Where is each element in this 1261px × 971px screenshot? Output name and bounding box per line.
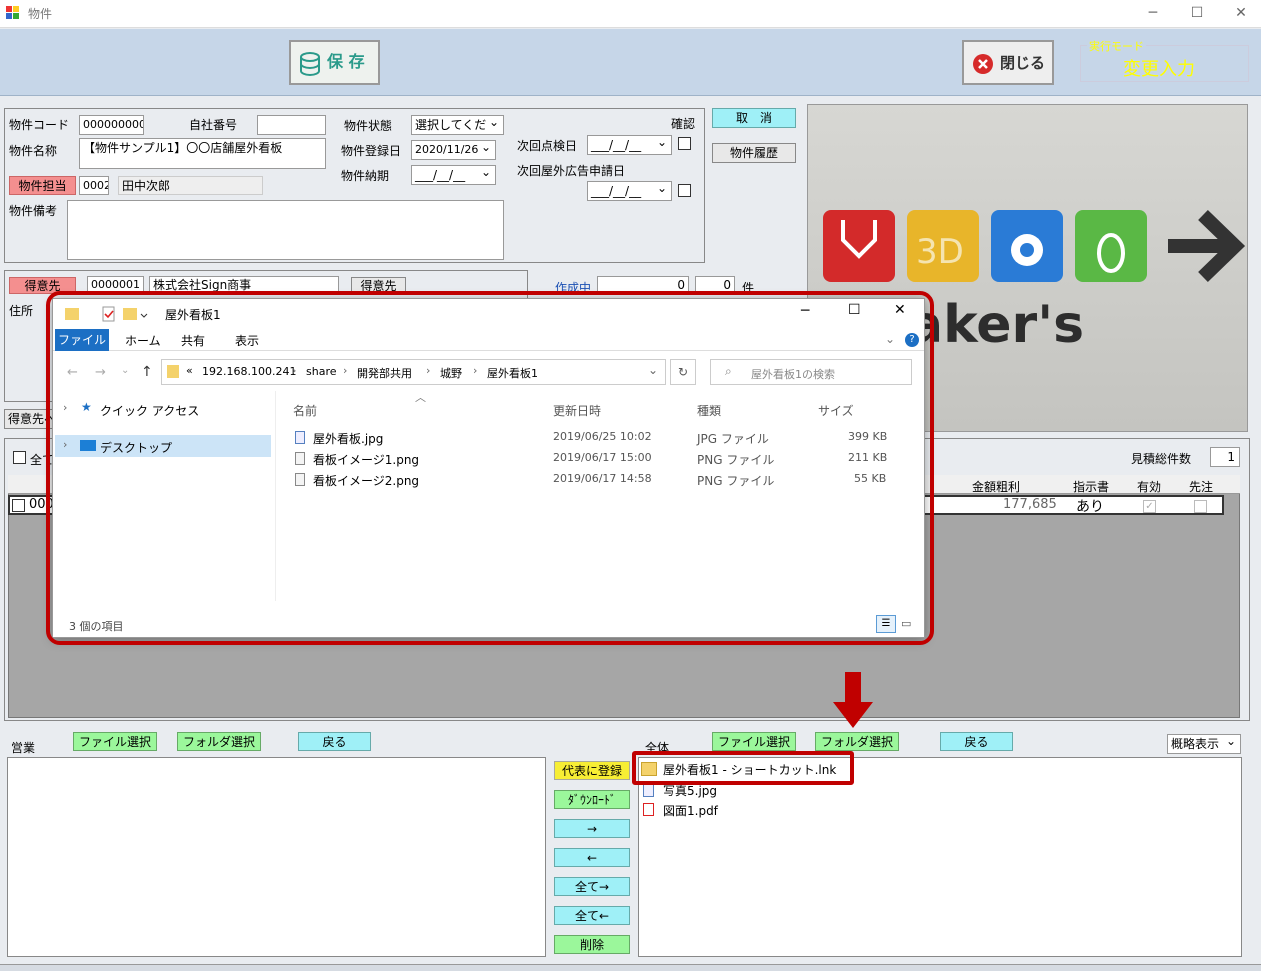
estimate-total-field: 1 [1210,447,1240,467]
row-valid-checkbox[interactable]: ✓ [1143,500,1156,513]
memo-label: 物件備考 [9,204,58,218]
regdate-label: 物件登録日 [341,144,402,158]
all-folder-select-button[interactable]: フォルダ選択 [815,732,899,751]
memo-field[interactable] [67,200,504,260]
company-no-field[interactable] [257,115,326,135]
col-valid: 有効 [1137,480,1162,494]
mode-value: 変更入力 [1123,59,1195,80]
close-circle-icon [973,54,993,74]
code-label: 物件コード [9,118,70,132]
row-order-checkbox[interactable] [1194,500,1207,513]
due-label: 物件納期 [341,169,390,183]
next-check-label: 次回点検日 [517,139,578,153]
pdf-file-icon [643,803,654,816]
move-right-button[interactable]: → [554,819,630,838]
move-all-left-button[interactable]: 全て← [554,906,630,925]
estimate-total-label: 見積総件数 [1131,452,1192,466]
highlight-frame-shortcut [632,751,854,785]
regdate-picker[interactable]: 2020/11/26 [411,140,496,160]
row-checkbox[interactable] [12,499,25,512]
col-order: 先注 [1189,480,1214,494]
app-icon [6,6,19,19]
confirm-checkbox[interactable] [678,137,691,150]
download-button[interactable]: ﾀﾞｳﾝﾛｰﾄﾞ [554,790,630,809]
mode-box: 実行モード 変更入力 [1080,38,1249,82]
select-all-checkbox[interactable] [13,451,26,464]
name-field[interactable]: 【物件サンプル1】〇〇店舗屋外看板 [79,138,326,169]
image-file-icon [643,784,654,797]
col-instruction: 指示書 [1073,480,1110,494]
sales-file-list[interactable] [7,757,546,957]
col-profit: 金額粗利 [972,480,1021,494]
window-title: 物件 [28,7,53,21]
cancel-button[interactable]: 取 消 [712,108,796,128]
close-button[interactable]: 閉じる [962,40,1054,85]
down-arrow-icon [833,672,873,728]
bottom-strip [0,964,1261,971]
company-no-label: 自社番号 [189,118,238,132]
staff-button[interactable]: 物件担当 [9,176,76,195]
toolbar: 保 存 閉じる 実行モード 変更入力 [0,29,1261,96]
sales-label: 営業 [11,741,36,755]
maximize-button[interactable]: ☐ [1177,2,1217,24]
history-button[interactable]: 物件履歴 [712,143,796,163]
title-bar: 物件 ─ ☐ ✕ [0,0,1261,28]
row-profit: 177,685 [1003,497,1057,512]
code-field[interactable]: 0000000001 [79,115,144,135]
next-ad-label: 次回屋外広告申請日 [517,164,626,178]
all-file-list[interactable]: 屋外看板1 - ショートカット.lnk 写真5.jpg 図面1.pdf [638,757,1242,957]
database-icon [300,52,320,76]
mode-label: 実行モード [1087,38,1146,54]
svg-text:3D: 3D [916,232,964,272]
save-label: 保 存 [327,52,365,71]
file-name: 図面1.pdf [663,804,718,818]
status-select[interactable]: 選択してくだ [411,115,504,135]
delete-button[interactable]: 削除 [554,935,630,954]
all-file-select-button[interactable]: ファイル選択 [712,732,796,751]
close-label: 閉じる [1000,54,1046,72]
address-label: 住所 [9,304,34,318]
sales-file-select-button[interactable]: ファイル選択 [73,732,157,751]
staff-name-field: 田中次郎 [118,176,263,195]
sales-folder-select-button[interactable]: フォルダ選択 [177,732,261,751]
move-all-right-button[interactable]: 全て→ [554,877,630,896]
highlight-frame-explorer [46,291,934,645]
next-check-picker[interactable]: ___/__/__ [587,135,672,155]
all-back-button[interactable]: 戻る [940,732,1013,751]
save-button[interactable]: 保 存 [289,40,380,85]
sales-back-button[interactable]: 戻る [298,732,371,751]
next-ad-picker[interactable]: ___/__/__ [587,181,672,201]
name-label: 物件名称 [9,144,58,158]
ad-checkbox[interactable] [678,184,691,197]
move-left-button[interactable]: ← [554,848,630,867]
view-mode-select[interactable]: 概略表示 [1167,734,1241,754]
close-window-button[interactable]: ✕ [1221,2,1261,24]
status-label: 物件状態 [344,119,393,133]
staff-code-field[interactable]: 0002 [79,176,109,195]
set-representative-button[interactable]: 代表に登録 [554,761,630,780]
logo-text: aker's [908,295,1085,355]
minimize-button[interactable]: ─ [1133,2,1173,24]
confirm-label: 確認 [671,117,696,131]
row-instruction: あり [1076,499,1104,515]
due-picker[interactable]: ___/__/__ [411,165,496,185]
